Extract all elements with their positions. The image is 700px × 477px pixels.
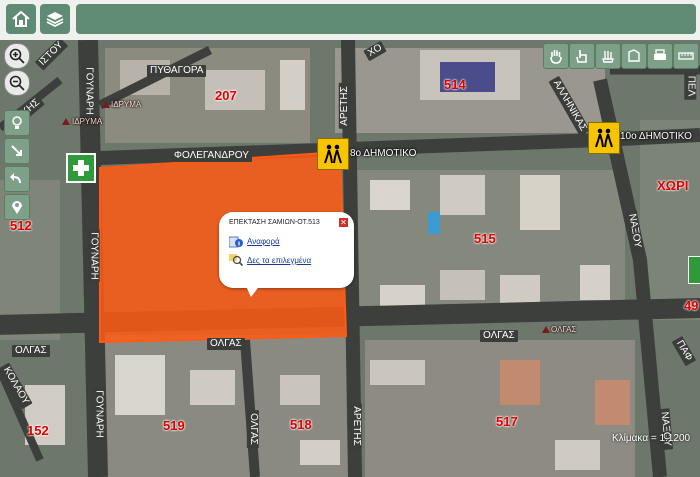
parcel-number: 49 (684, 298, 699, 313)
top-toolbar (0, 0, 700, 41)
children-crossing-icon (595, 128, 613, 148)
print-tool-button[interactable] (647, 43, 673, 69)
poi-marker (542, 326, 550, 333)
parcel-number: 514 (444, 77, 466, 92)
area-label: ΧΩΡΙ (657, 178, 689, 193)
arrow-turn-icon (11, 145, 22, 156)
report-icon (229, 236, 243, 248)
street-olgas-center: ΟΛΓΑΣ (207, 338, 245, 350)
zoom-in-icon (9, 48, 25, 64)
street-pel: ΠΕΛ (684, 72, 697, 100)
hand-measure-icon (602, 51, 614, 63)
children-crossing-icon (324, 144, 342, 164)
route-tool-button[interactable] (4, 138, 30, 164)
hand-area-icon (628, 49, 640, 62)
area-tool-button[interactable] (621, 43, 647, 69)
pointer-hand-icon (576, 50, 587, 63)
street-olgas-right: ΟΛΓΑΣ (480, 330, 518, 342)
poi-marker (102, 101, 110, 108)
info-popup: ΕΠΕΚΤΑΣΗ ΣΑΜΙΩΝ-ΟΤ.513 ✕ Αναφορά Δες τα … (219, 212, 354, 288)
location-pin-icon (12, 201, 22, 214)
poi-marker (62, 118, 70, 125)
zoom-in-button[interactable] (4, 43, 30, 69)
cross-icon (73, 160, 89, 176)
zoom-out-button[interactable] (4, 70, 30, 96)
select-tool-button[interactable] (569, 43, 595, 69)
lightbulb-icon (12, 116, 22, 129)
side-marker[interactable] (688, 256, 700, 284)
printer-icon (654, 49, 666, 60)
parcel-number: 512 (10, 218, 32, 233)
parcel-number: 519 (163, 418, 185, 433)
view-selected-link[interactable]: Δες τα επιλεγμένα (247, 256, 311, 265)
layers-button[interactable] (40, 4, 70, 34)
back-tool-button[interactable] (4, 166, 30, 192)
school-icon[interactable] (588, 122, 620, 154)
street-gounari-top: ΓΟΥΝΑΡΗ (82, 64, 95, 118)
export-tool-button[interactable] (673, 43, 699, 69)
parcel-number: 517 (496, 414, 518, 429)
street-aretis-top: ΑΡΕΤΗΣ (338, 83, 351, 129)
school-icon[interactable] (317, 138, 349, 170)
popup-pointer (245, 284, 261, 297)
layers-icon (46, 12, 64, 28)
street-foleganrou: ΦΟΛΕΓΑΝΔΡΟΥ (171, 150, 252, 162)
poi-label-idrima: ΙΔΡΥΜΑ (111, 100, 142, 109)
poi-label-olgas: ΟΛΓΑΣ (551, 325, 577, 334)
scale-label: Κλίμακα = 1:1200 (612, 433, 691, 444)
street-olgas-left: ΟΛΓΑΣ (12, 345, 50, 357)
magnifier-icon (229, 254, 243, 266)
measure-tool-button[interactable] (595, 43, 621, 69)
pan-tool-button[interactable] (543, 43, 569, 69)
toolbar-strip (76, 4, 696, 34)
hand-icon (550, 50, 562, 64)
ruler-icon (678, 52, 694, 60)
home-icon (12, 10, 30, 27)
info-tool-button[interactable] (4, 110, 30, 136)
parcel-number: 207 (215, 88, 237, 103)
poi-label-idrima2: ΙΔΡΥΜΑ (72, 117, 103, 126)
street-gounari-bottom: ΓΟΥΝΑΡΗ (92, 387, 105, 441)
map-view[interactable]: ΦΟΛΕΓΑΝΔΡΟΥ ΟΛΓΑΣ ΟΛΓΑΣ ΟΛΓΑΣ ΠΥΘΑΓΟΡΑ Γ… (0, 40, 700, 477)
street-olgas-vertical: ΟΛΓΑΣ (246, 410, 259, 448)
report-link[interactable]: Αναφορά (247, 237, 280, 246)
parcel-number: 152 (27, 423, 49, 438)
popup-close-button[interactable]: ✕ (339, 218, 348, 227)
marker-tool-button[interactable] (4, 194, 30, 220)
poi-label-school2: 10ο ΔΗΜΟΤΙΚΟ (620, 131, 692, 142)
street-pythagora: ΠΥΘΑΓΟΡΑ (147, 65, 207, 77)
parcel-number: 518 (290, 417, 312, 432)
first-aid-icon[interactable] (66, 153, 96, 183)
poi-label-school: 8ο ΔΗΜΟΤΙΚΟ (350, 148, 417, 159)
popup-title: ΕΠΕΚΤΑΣΗ ΣΑΜΙΩΝ-ΟΤ.513 (229, 219, 320, 226)
home-button[interactable] (6, 4, 36, 34)
undo-icon (10, 173, 21, 183)
street-aretis-bottom: ΑΡΕΤΗΣ (349, 403, 362, 449)
street-gounari-mid: ΓΟΥΝΑΡΗ (87, 229, 100, 283)
zoom-out-icon (9, 75, 25, 91)
parcel-number: 515 (474, 231, 496, 246)
